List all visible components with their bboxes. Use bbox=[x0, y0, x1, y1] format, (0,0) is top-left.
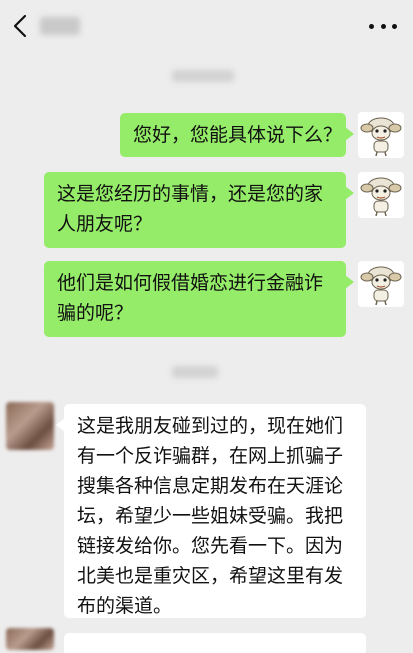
message-bubble-outgoing[interactable]: 这是您经历的事情，还是您的家人朋友呢？ bbox=[44, 172, 354, 248]
my-avatar[interactable] bbox=[358, 112, 404, 158]
chevron-left-icon bbox=[13, 14, 27, 38]
message-bubble-outgoing[interactable]: 他们是如何假借婚恋进行金融诈骗的呢？ bbox=[44, 261, 354, 337]
message-text: 他们是如何假借婚恋进行金融诈骗的呢？ bbox=[57, 272, 324, 324]
message-bubble-outgoing[interactable]: 您好，您能具体说下么？ bbox=[120, 113, 354, 157]
message-text: 这是我朋友碰到过的，现在她们有一个反诈骗群，在网上抓骗子搜集各种信息定期发布在天… bbox=[77, 415, 344, 617]
my-avatar[interactable] bbox=[358, 172, 404, 218]
back-button[interactable] bbox=[8, 14, 32, 38]
contact-avatar[interactable] bbox=[6, 402, 54, 450]
contact-avatar[interactable] bbox=[6, 628, 54, 650]
my-avatar[interactable] bbox=[358, 261, 404, 307]
chat-title-redacted bbox=[40, 17, 80, 35]
sheep-avatar-icon bbox=[360, 266, 402, 306]
message-text: 这是您经历的事情，还是您的家人朋友呢？ bbox=[57, 183, 324, 235]
chat-header bbox=[0, 0, 413, 54]
more-button[interactable] bbox=[369, 18, 397, 34]
more-dots-icon bbox=[369, 23, 374, 29]
timestamp-redacted bbox=[172, 366, 218, 378]
message-bubble-incoming-partial[interactable] bbox=[64, 633, 366, 653]
timestamp-redacted bbox=[172, 70, 234, 82]
sheep-avatar-icon bbox=[360, 177, 402, 217]
message-bubble-incoming[interactable]: 这是我朋友碰到过的，现在她们有一个反诈骗群，在网上抓骗子搜集各种信息定期发布在天… bbox=[56, 404, 366, 618]
message-text: 您好，您能具体说下么？ bbox=[133, 124, 343, 146]
sheep-avatar-icon bbox=[360, 117, 402, 157]
